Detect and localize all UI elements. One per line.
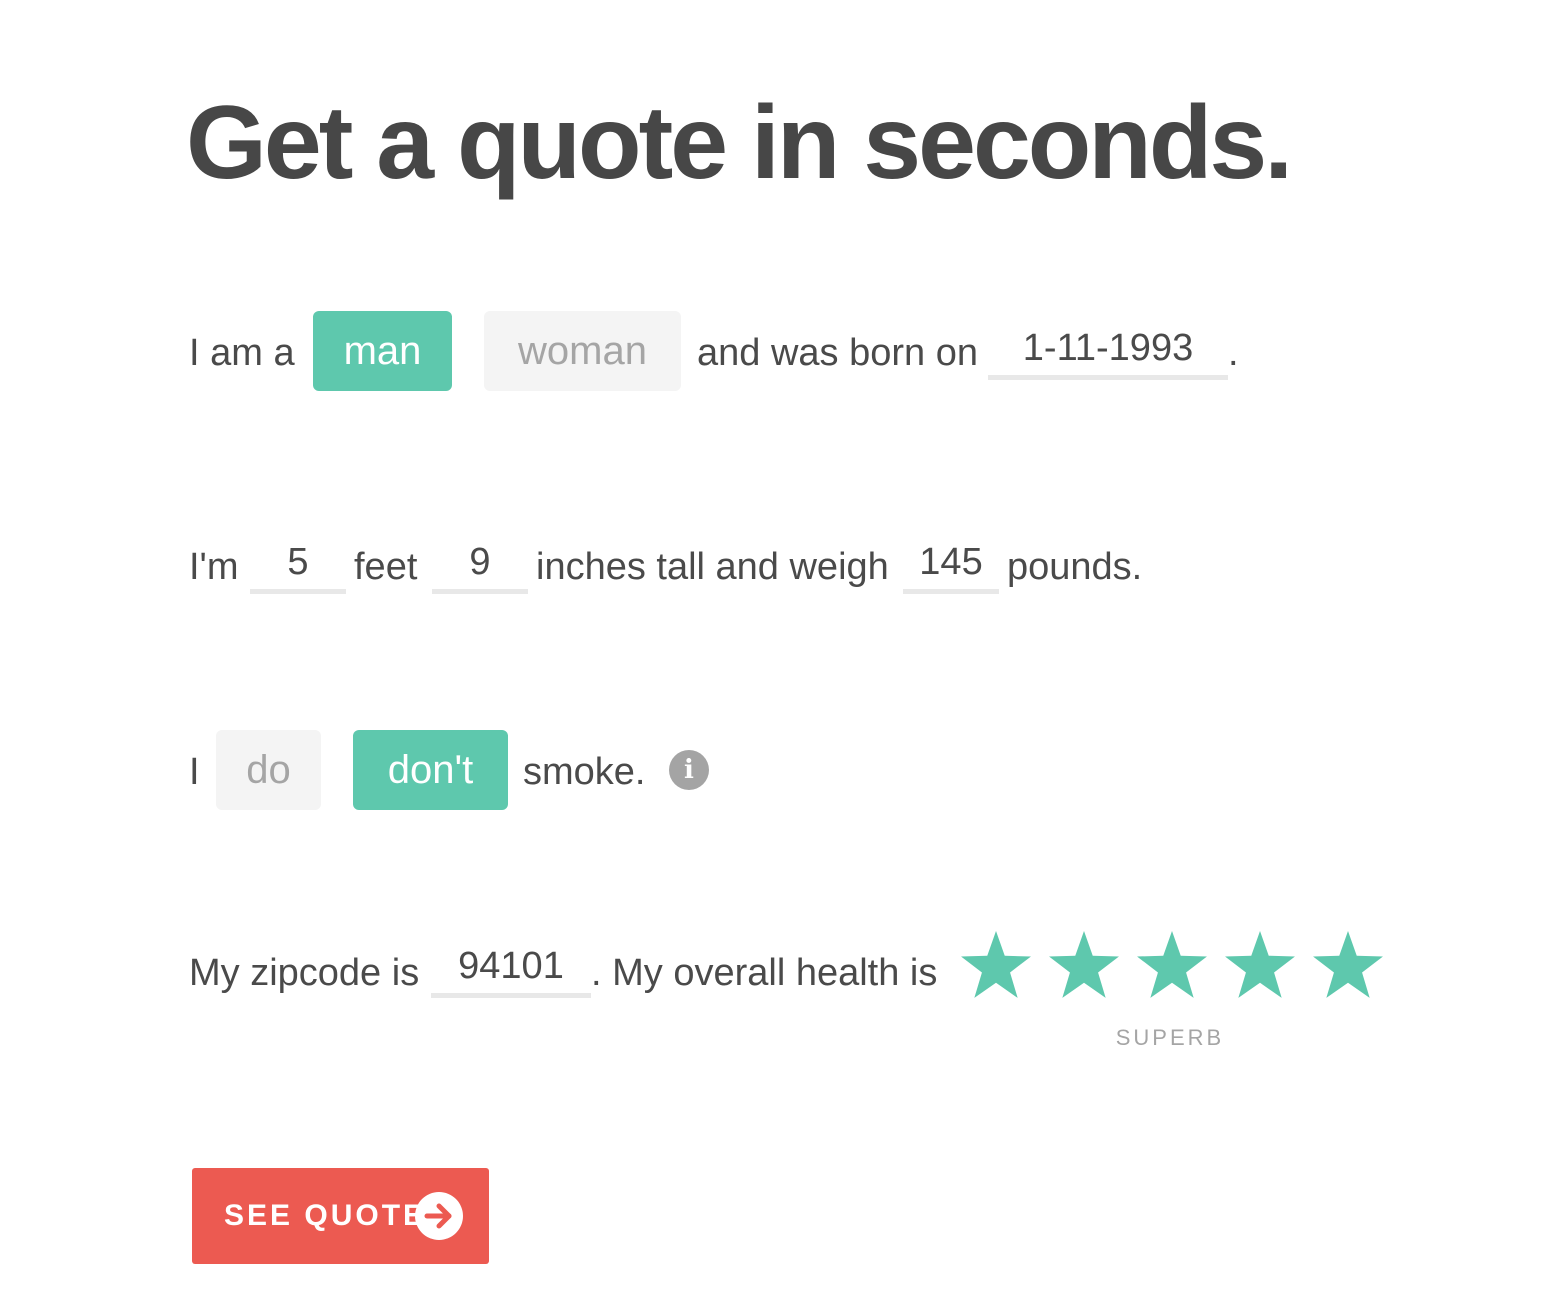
gender-option-man[interactable]: man	[313, 311, 452, 391]
height-prefix-text: I'm	[189, 546, 239, 588]
height-feet-input[interactable]: 5	[250, 538, 346, 594]
inches-weigh-text: inches tall and weigh	[536, 546, 889, 588]
birthdate-period: .	[1228, 332, 1239, 374]
gender-option-woman[interactable]: woman	[484, 311, 681, 391]
arrow-right-circle-icon	[415, 1192, 463, 1240]
smoke-option-do[interactable]: do	[216, 730, 321, 810]
weight-input[interactable]: 145	[903, 538, 999, 594]
gender-prefix-text: I am a	[189, 332, 295, 374]
zipcode-input[interactable]: 94101	[431, 942, 591, 998]
height-inches-input[interactable]: 9	[432, 538, 528, 594]
health-star-rating[interactable]	[958, 928, 1388, 1008]
star-icon[interactable]	[1134, 928, 1210, 1004]
zipcode-prefix-text: My zipcode is	[189, 952, 420, 994]
smoke-suffix-text: smoke.	[523, 751, 646, 793]
feet-label: feet	[354, 546, 418, 588]
health-text: . My overall health is	[591, 952, 938, 994]
see-quote-label: SEE QUOTE	[224, 1199, 427, 1232]
health-rating-label: SUPERB	[1115, 1025, 1225, 1050]
see-quote-button[interactable]: SEE QUOTE	[192, 1168, 489, 1264]
smoke-prefix-text: I	[189, 751, 200, 793]
page-title: Get a quote in seconds.	[186, 85, 1293, 201]
birthdate-input[interactable]: 1-11-1993	[988, 324, 1228, 380]
born-on-text: and was born on	[697, 332, 978, 374]
star-icon[interactable]	[1310, 928, 1386, 1004]
star-icon[interactable]	[958, 928, 1034, 1004]
pounds-label: pounds.	[1007, 546, 1143, 588]
smoke-option-dont[interactable]: don't	[353, 730, 508, 810]
info-icon[interactable]: i	[669, 750, 709, 790]
star-icon[interactable]	[1222, 928, 1298, 1004]
star-icon[interactable]	[1046, 928, 1122, 1004]
